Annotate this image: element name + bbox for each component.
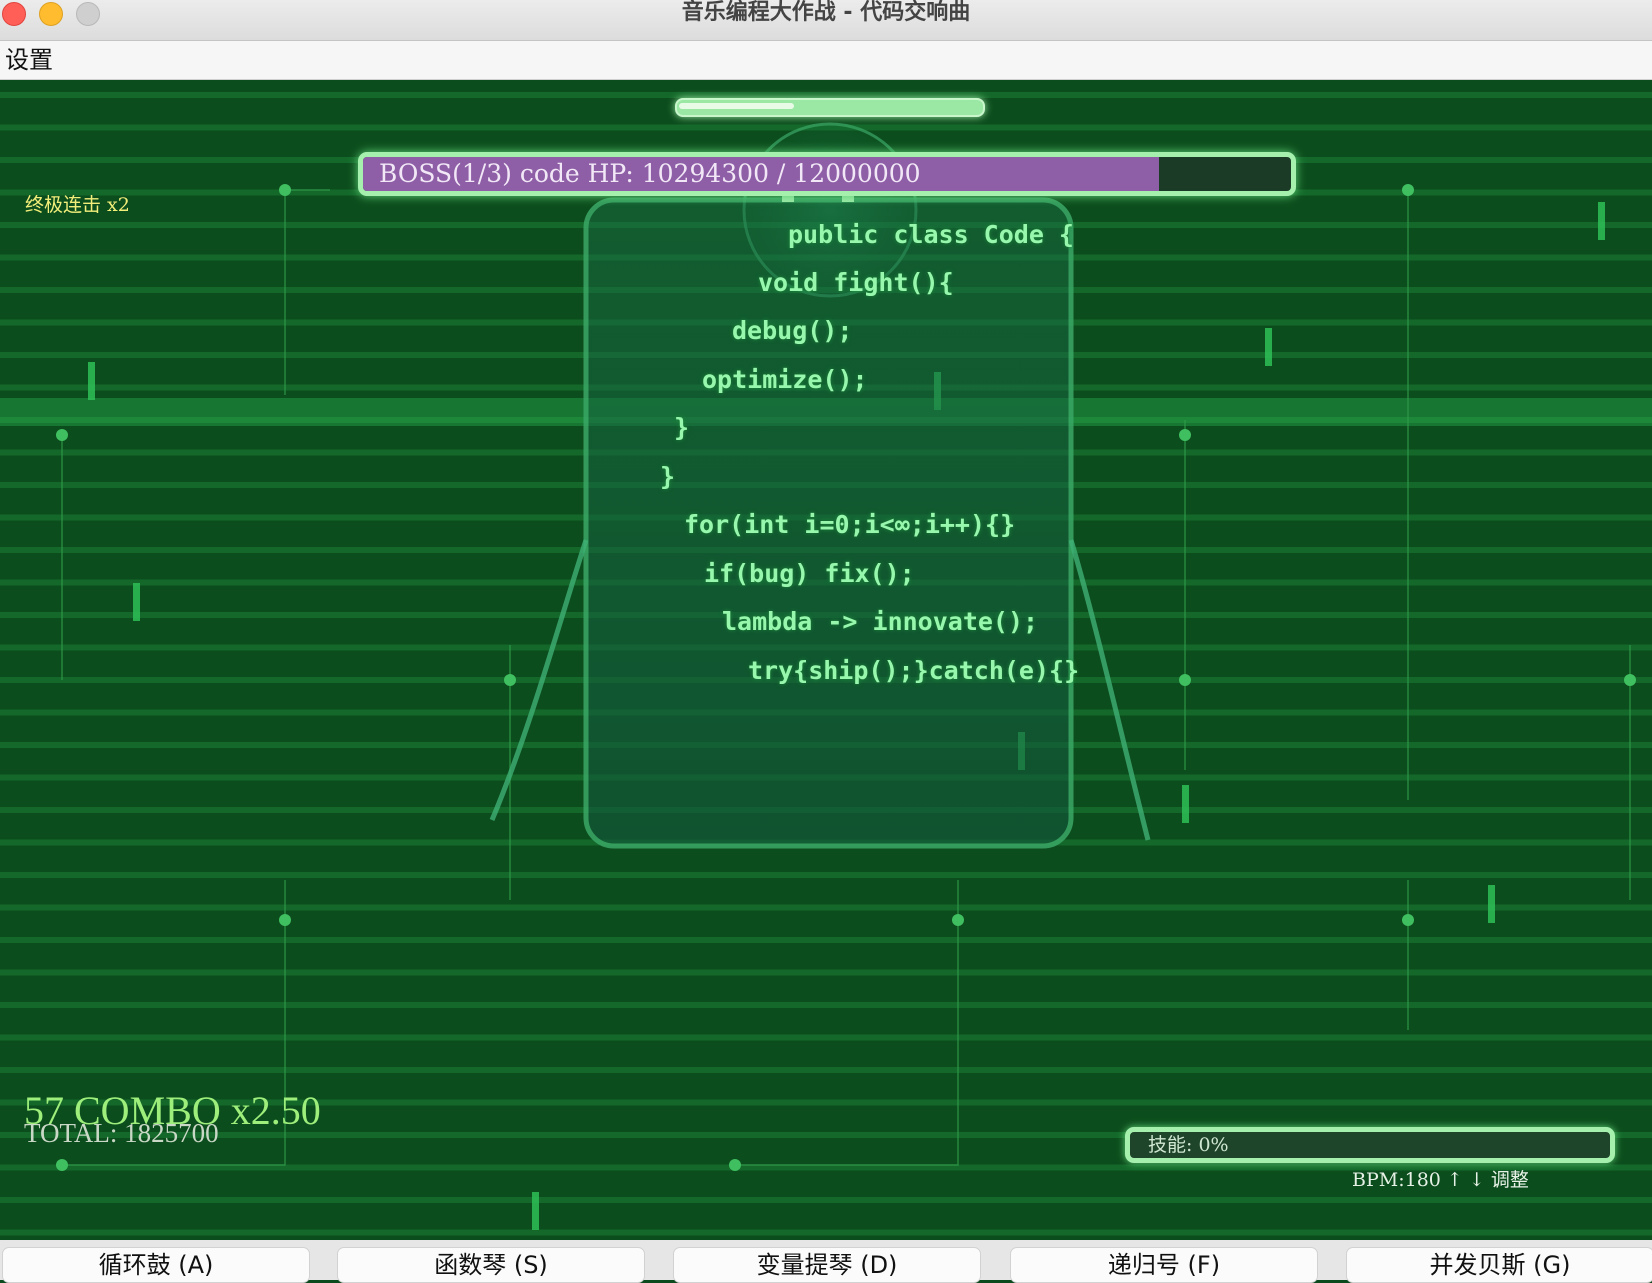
function-piano-button[interactable]: 函数琴 (S): [337, 1247, 645, 1283]
menu-bar: 设置: [0, 41, 1652, 80]
window-title: 音乐编程大作战 - 代码交响曲: [681, 0, 971, 25]
recursion-horn-button[interactable]: 递归号 (F): [1010, 1247, 1318, 1283]
boss-hp-bar: BOSS(1/3) code HP: 10294300 / 12000000: [358, 152, 1296, 196]
boss-code-line: }: [674, 413, 690, 442]
variable-violin-button[interactable]: 变量提琴 (D): [673, 1247, 981, 1283]
skill-label: 技能: 0%: [1148, 1134, 1229, 1156]
boss-code-line: for(int i=0;i<∞;i++){}: [684, 510, 1016, 539]
boss-code-line: void fight(){: [758, 268, 954, 297]
boss-code-line: if(bug) fix();: [704, 559, 915, 588]
concurrent-bass-button[interactable]: 并发贝斯 (G): [1346, 1247, 1652, 1283]
boss-code-line: debug();: [732, 316, 853, 345]
boss-code-line: }: [660, 462, 676, 491]
boss-code-line: public class Code {: [788, 220, 1074, 249]
bpm-label: BPM:180 ↑ ↓ 调整: [1352, 1169, 1529, 1191]
ultimate-combo-label: 终极连击 x2: [25, 194, 130, 216]
boss-code-line: lambda -> innovate();: [722, 607, 1039, 636]
title-bar: 音乐编程大作战 - 代码交响曲: [0, 0, 1652, 41]
game-canvas[interactable]: BOSS(1/3) code HP: 10294300 / 12000000 终…: [0, 80, 1652, 1240]
instrument-button-bar: 循环鼓 (A) 函数琴 (S) 变量提琴 (D) 递归号 (F) 并发贝斯 (G…: [0, 1240, 1652, 1283]
top-progress-bar: [675, 98, 985, 117]
loop-drum-button[interactable]: 循环鼓 (A): [2, 1247, 310, 1283]
top-progress-fill: [679, 103, 795, 109]
skill-bar: 技能: 0%: [1125, 1127, 1615, 1163]
boss-code-line: optimize();: [702, 365, 868, 394]
boss-hp-label: BOSS(1/3) code HP: 10294300 / 12000000: [379, 159, 921, 188]
boss-code-line: try{ship();}catch(e){}: [748, 656, 1080, 685]
total-score: TOTAL: 1825700: [24, 1118, 219, 1148]
menu-settings[interactable]: 设置: [5, 45, 53, 75]
